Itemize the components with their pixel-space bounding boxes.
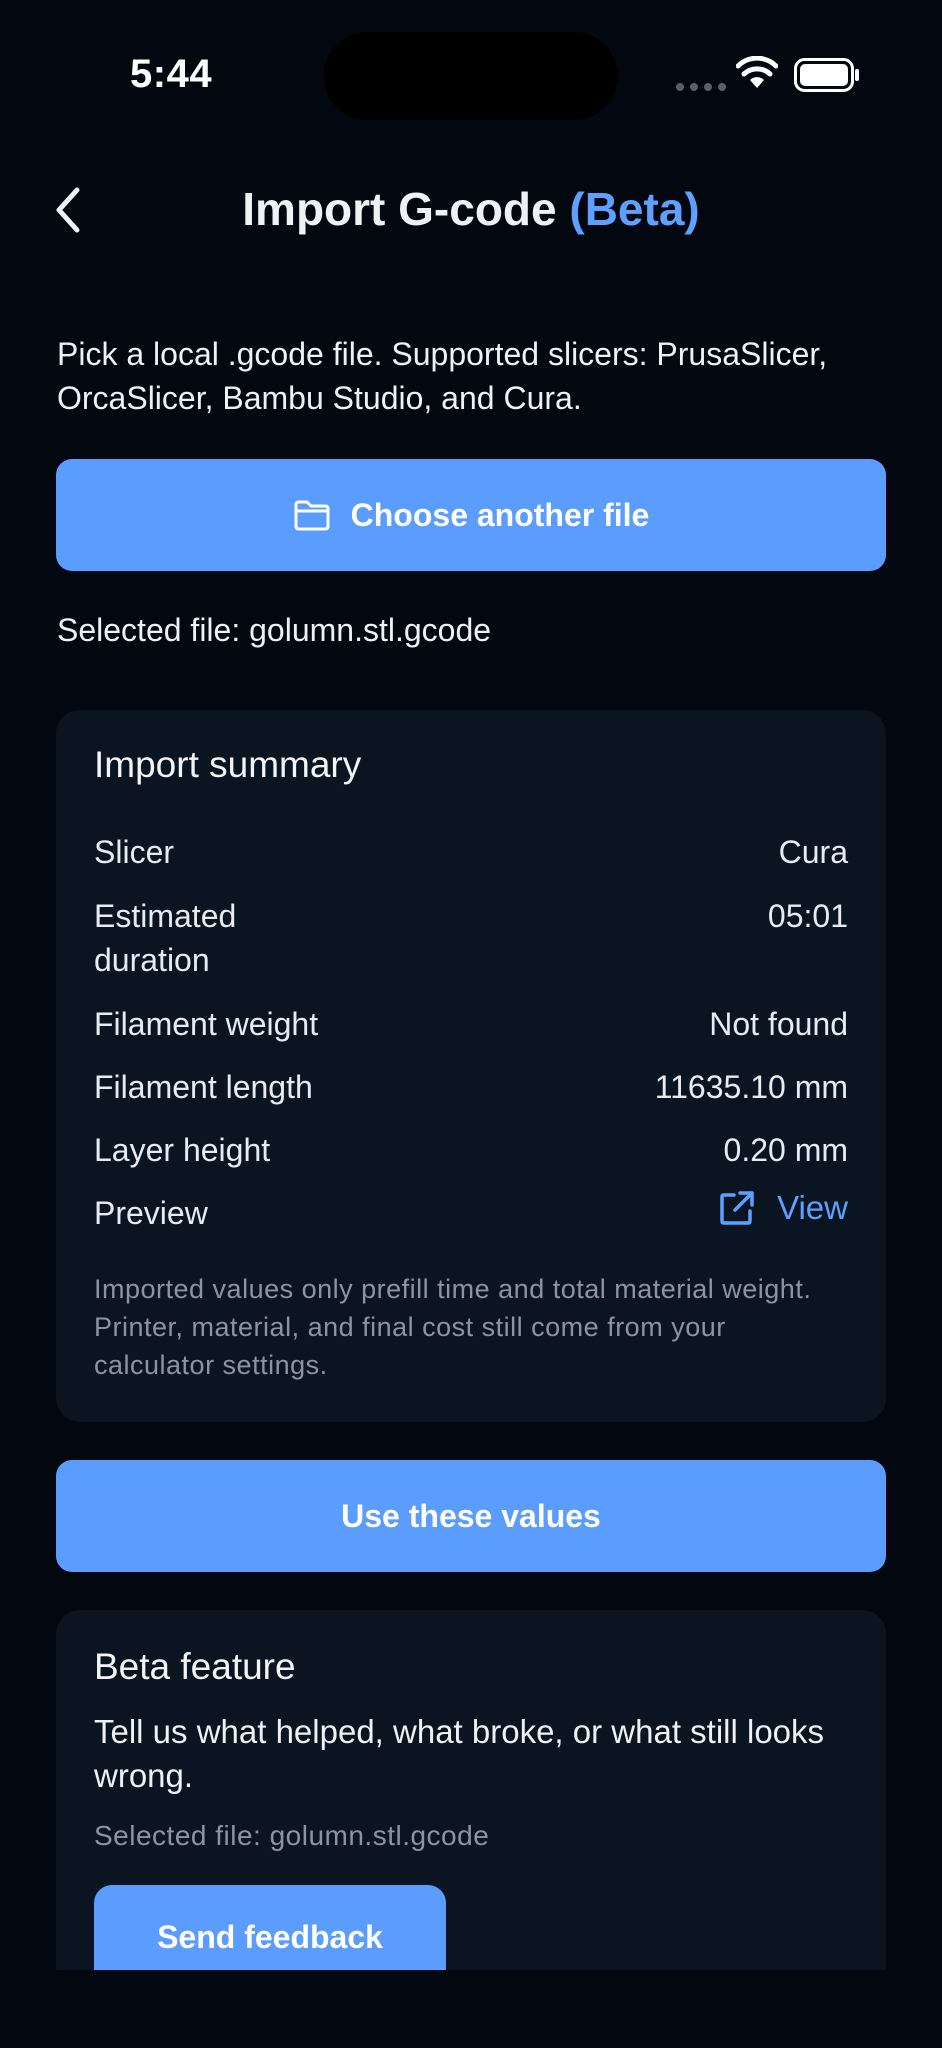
- selected-file-text: Selected file: golumn.stl.gcode: [57, 612, 492, 648]
- row-value-layer-height: 0.20 mm: [723, 1132, 848, 1168]
- row-value-filament-weight: Not found: [709, 1006, 848, 1042]
- row-value-estimated-duration: 05:01: [767, 898, 848, 934]
- intro-text: Pick a local .gcode file. Supported slic…: [57, 336, 828, 416]
- row-label-slicer: Slicer: [94, 834, 175, 870]
- import-summary-card: Import summary Slicer Cura Estimated dur…: [56, 710, 886, 1422]
- beta-badge: (Beta): [569, 183, 700, 235]
- row-label-layer-height: Layer height: [94, 1132, 271, 1168]
- beta-feature-card: Beta feature Tell us what helped, what b…: [56, 1610, 886, 1970]
- choose-file-button[interactable]: Choose another file: [56, 459, 886, 571]
- row-label-filament-weight: Filament weight: [94, 1006, 319, 1042]
- row-label-filament-length: Filament length: [94, 1069, 313, 1105]
- wifi-icon: [736, 56, 778, 88]
- choose-file-label: Choose another file: [350, 496, 650, 533]
- use-values-label: Use these values: [341, 1497, 601, 1534]
- beta-description: Tell us what helped, what broke, or what…: [94, 1713, 825, 1794]
- use-values-button[interactable]: Use these values: [56, 1460, 886, 1572]
- row-label-estimated-duration: Estimated duration: [94, 898, 237, 978]
- status-bar: 5:44: [0, 0, 942, 150]
- external-link-icon: [720, 1191, 754, 1225]
- page-title: Import G-code (Beta): [0, 182, 942, 236]
- beta-selected-file: Selected file: golumn.stl.gcode: [94, 1820, 490, 1851]
- row-value-filament-length: 11635.10 mm: [654, 1069, 848, 1105]
- status-time: 5:44: [130, 52, 213, 96]
- dynamic-island: [324, 32, 618, 120]
- folder-icon: [294, 500, 330, 531]
- send-feedback-label: Send feedback: [157, 1919, 383, 1955]
- summary-note: Imported values only prefill time and to…: [94, 1274, 812, 1380]
- battery-icon: [794, 58, 859, 92]
- summary-title: Import summary: [94, 744, 362, 785]
- preview-view-link[interactable]: View: [719, 1186, 848, 1230]
- page-title-text: Import G-code: [242, 183, 557, 235]
- beta-title: Beta feature: [94, 1646, 296, 1687]
- view-link-label: View: [777, 1189, 848, 1226]
- row-label-preview: Preview: [94, 1195, 208, 1231]
- send-feedback-button[interactable]: Send feedback: [94, 1885, 446, 1970]
- cellular-signal-icon: [676, 83, 726, 91]
- row-value-slicer: Cura: [778, 834, 848, 870]
